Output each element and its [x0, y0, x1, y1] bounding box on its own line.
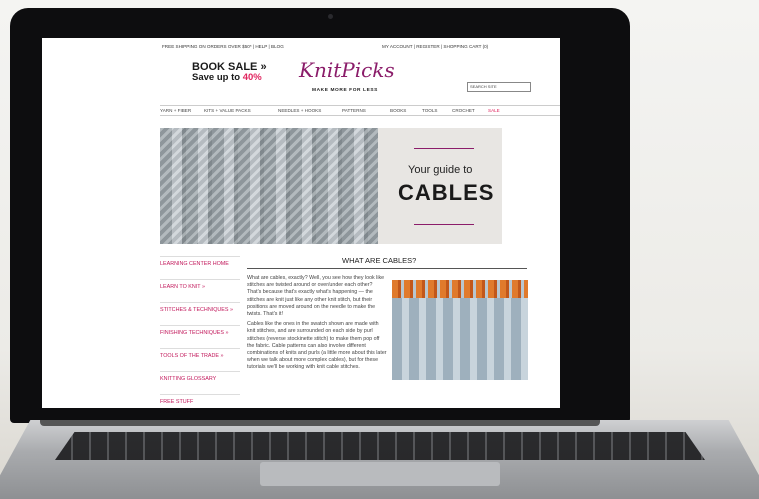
laptop-lid: FREE SHIPPING ON ORDERS OVER $50* | HELP… — [10, 8, 630, 423]
sidebar-item-free[interactable]: FREE STUFF — [160, 394, 240, 408]
hero-banner: Your guide to CABLES — [160, 128, 502, 244]
logo-tagline: MAKE MORE FOR LESS — [312, 88, 378, 93]
swatch-photo — [392, 280, 528, 380]
sidebar-item-learn[interactable]: LEARN TO KNIT » — [160, 279, 240, 302]
sale-banner[interactable]: BOOK SALE » Save up to 40% — [192, 62, 267, 83]
article-paragraph: What are cables, exactly? Well, you see … — [247, 275, 385, 318]
sidebar-item-finishing[interactable]: FINISHING TECHNIQUES » — [160, 325, 240, 348]
laptop-hinge — [40, 420, 600, 426]
site-logo[interactable]: KnitPicks — [299, 58, 395, 82]
nav-item-tools[interactable]: TOOLS — [422, 108, 438, 113]
hero-divider-bottom — [414, 224, 474, 225]
shipping-links[interactable]: FREE SHIPPING ON ORDERS OVER $50* | HELP… — [162, 44, 284, 49]
account-links[interactable]: MY ACCOUNT | REGISTER | SHOPPING CART (0… — [382, 44, 488, 49]
nav-item-books[interactable]: BOOKS — [390, 108, 406, 113]
nav-item-crochet[interactable]: CROCHET — [452, 108, 475, 113]
sidebar-item-glossary[interactable]: KNITTING GLOSSARY — [160, 371, 240, 394]
sidebar-item-stitches[interactable]: STITCHES & TECHNIQUES » — [160, 302, 240, 325]
hero-subtitle: Your guide to — [408, 164, 473, 176]
sidebar-item-home[interactable]: LEARNING CENTER HOME — [160, 256, 240, 279]
article-paragraph: Cables like the ones in the swatch shown… — [247, 321, 387, 371]
nav-item-needles[interactable]: NEEDLES + HOOKS — [278, 108, 321, 113]
nav-item-kits[interactable]: KITS + VALUE PACKS — [204, 108, 251, 113]
hero-divider-top — [414, 148, 474, 149]
webcam — [328, 14, 333, 19]
browser-screen: FREE SHIPPING ON ORDERS OVER $50* | HELP… — [42, 38, 560, 408]
hero-title: CABLES — [398, 180, 495, 205]
main-nav: YARN + FIBER KITS + VALUE PACKS NEEDLES … — [160, 105, 560, 116]
article-title: WHAT ARE CABLES? — [342, 256, 417, 265]
cable-knit-photo — [160, 128, 378, 244]
title-divider — [247, 268, 527, 269]
nav-item-patterns[interactable]: PATTERNS — [342, 108, 366, 113]
trackpad — [260, 462, 500, 486]
article-body: What are cables, exactly? Well, you see … — [247, 275, 387, 372]
sidebar-item-tools[interactable]: TOOLS OF THE TRADE » — [160, 348, 240, 371]
sale-banner-subtitle: Save up to 40% — [192, 72, 262, 83]
search-input[interactable]: SEARCH SITE — [467, 82, 531, 92]
sidebar-nav: LEARNING CENTER HOME LEARN TO KNIT » STI… — [160, 256, 240, 408]
utility-bar: FREE SHIPPING ON ORDERS OVER $50* | HELP… — [42, 42, 560, 52]
nav-item-sale[interactable]: SALE — [488, 108, 500, 113]
keyboard — [55, 432, 705, 460]
nav-item-yarn[interactable]: YARN + FIBER — [160, 108, 191, 113]
